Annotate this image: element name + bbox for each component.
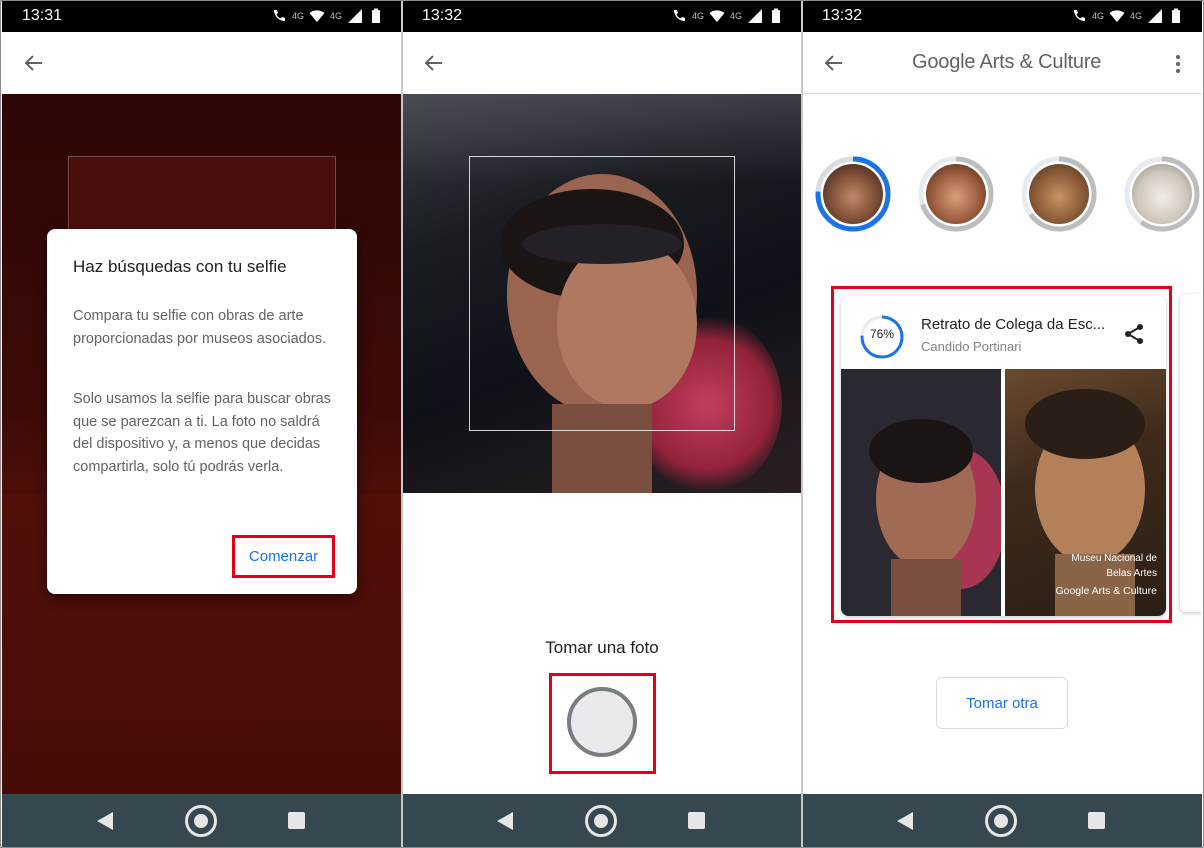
avatar-match-3[interactable] — [1020, 155, 1098, 233]
museum-credit: Museu Nacional de Belas Artes — [1007, 551, 1157, 581]
signal-icon — [348, 9, 362, 23]
battery-icon — [772, 8, 780, 23]
app-bar: Google Arts & Culture — [802, 32, 1202, 94]
brand-logo: Google Arts & Culture — [1055, 585, 1157, 597]
shutter-button[interactable] — [567, 687, 637, 757]
face-detection-frame — [469, 156, 735, 431]
shutter-highlight — [549, 673, 656, 774]
avatar-match-1[interactable] — [814, 155, 892, 233]
call-icon — [1073, 10, 1085, 21]
network-type: 4G — [691, 11, 704, 21]
museum-line-1: Museu Nacional de — [1071, 553, 1157, 564]
retake-button[interactable]: Tomar otra — [936, 677, 1068, 729]
dialog-title: Haz búsquedas con tu selfie — [73, 257, 287, 276]
battery-icon — [372, 8, 380, 23]
selfie-dialog: Haz búsquedas con tu selfie Compara tu s… — [47, 229, 357, 594]
wifi-icon — [709, 10, 725, 22]
panel-take-photo: 13:32 4G 4G Tomar una foto — [402, 0, 802, 848]
status-bar: 13:32 4G 4G — [802, 0, 1202, 32]
match-percent-label: 76% — [869, 327, 895, 341]
share-icon[interactable] — [1122, 322, 1146, 346]
signal-icon — [748, 9, 762, 23]
back-button[interactable] — [822, 51, 846, 75]
panel-separator — [801, 0, 803, 848]
artwork-artist: Candido Portinari — [921, 339, 1022, 354]
comenzar-button[interactable]: Comenzar — [232, 535, 335, 578]
call-icon — [673, 10, 685, 21]
artwork-thumbnail: Museu Nacional de Belas Artes Google Art… — [1005, 369, 1166, 616]
selfie-thumbnail — [841, 369, 1001, 616]
arrow-back-icon — [824, 55, 842, 71]
museum-line-2: Belas Artes — [1106, 568, 1157, 579]
more-options-button[interactable] — [1168, 52, 1188, 76]
nav-home-icon[interactable] — [585, 805, 617, 837]
arrow-back-icon — [424, 55, 442, 71]
app-title: Google Arts & Culture — [912, 51, 1102, 73]
app-bar — [402, 32, 802, 94]
artwork-title: Retrato de Colega da Esc... — [921, 316, 1106, 333]
battery-icon — [1172, 8, 1180, 23]
back-button[interactable] — [422, 51, 446, 75]
dialog-paragraph-2: Solo usamos la selfie para buscar obras … — [73, 391, 331, 475]
nav-recents-icon[interactable] — [288, 812, 305, 829]
panel-results: 13:32 4G 4G Google Arts & Culture 76% Re… — [802, 0, 1202, 848]
dialog-paragraph-1: Compara tu selfie con obras de arte prop… — [73, 308, 327, 347]
nav-recents-icon[interactable] — [1088, 812, 1105, 829]
nav-back-icon[interactable] — [496, 811, 514, 831]
more-vert-icon — [1176, 55, 1180, 73]
result-card[interactable]: 76% Retrato de Colega da Esc... Candido … — [841, 296, 1166, 616]
status-bar: 13:31 4G 4G — [2, 0, 402, 32]
system-nav-bar — [802, 794, 1202, 848]
app-bar — [2, 32, 402, 94]
wifi-icon — [309, 10, 325, 22]
nav-back-icon[interactable] — [96, 811, 114, 831]
network-type: 4G — [1129, 11, 1142, 21]
network-type: 4G — [329, 11, 342, 21]
next-result-card-peek[interactable] — [1180, 294, 1202, 612]
nav-home-icon[interactable] — [185, 805, 217, 837]
status-bar: 13:32 4G 4G — [402, 0, 802, 32]
nav-home-icon[interactable] — [985, 805, 1017, 837]
call-icon — [273, 10, 285, 21]
arrow-back-icon — [24, 55, 42, 71]
network-type: 4G — [291, 11, 304, 21]
avatar-match-4[interactable] — [1123, 155, 1201, 233]
wifi-icon — [1109, 10, 1125, 22]
status-time: 13:31 — [22, 7, 63, 24]
result-card-highlight: 76% Retrato de Colega da Esc... Candido … — [831, 286, 1172, 623]
back-button[interactable] — [22, 51, 46, 75]
network-type: 4G — [1091, 11, 1104, 21]
network-type: 4G — [729, 11, 742, 21]
nav-back-icon[interactable] — [896, 811, 914, 831]
signal-icon — [1148, 9, 1162, 23]
match-avatars — [802, 150, 1202, 240]
appbar-divider — [802, 93, 1202, 94]
avatar-match-2[interactable] — [917, 155, 995, 233]
status-time: 13:32 — [822, 7, 863, 24]
system-nav-bar — [402, 794, 802, 848]
panel-selfie-intro: 13:31 4G 4G Haz búsquedas con tu selfie … — [2, 0, 402, 848]
take-photo-label: Tomar una foto — [545, 638, 659, 657]
camera-preview — [402, 94, 802, 493]
nav-recents-icon[interactable] — [688, 812, 705, 829]
panel-separator — [401, 0, 403, 848]
system-nav-bar — [2, 794, 402, 848]
status-time: 13:32 — [422, 7, 463, 24]
